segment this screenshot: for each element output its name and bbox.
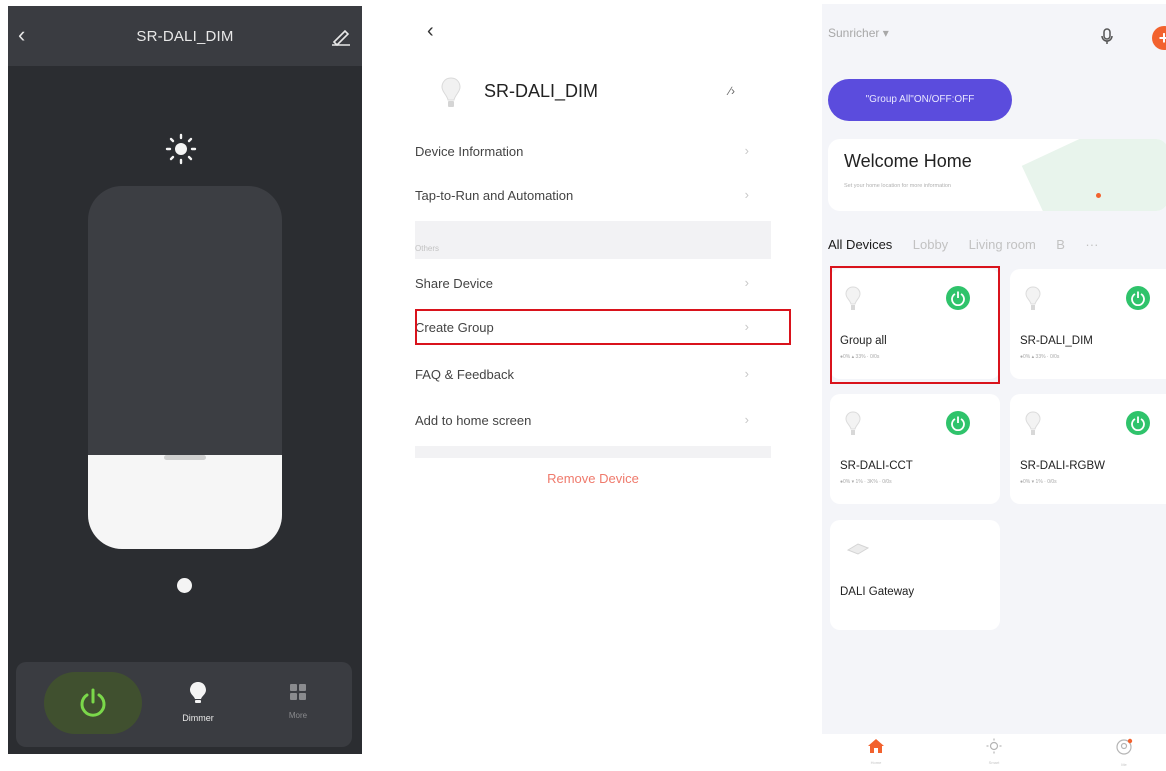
bottom-navigation: Home Smart Me bbox=[822, 734, 1166, 771]
bulb-icon bbox=[1025, 411, 1041, 435]
remove-device-button[interactable]: Remove Device bbox=[415, 471, 771, 486]
add-icon[interactable]: + bbox=[1152, 26, 1166, 50]
room-tabs: All Devices Lobby Living room B ··· bbox=[828, 236, 1166, 256]
device-name: SR-DALI_DIM bbox=[1020, 335, 1093, 347]
tab-living-room[interactable]: Living room bbox=[969, 237, 1036, 252]
nav-label: Smart bbox=[988, 760, 1000, 765]
section-label-others: Others bbox=[415, 244, 440, 253]
device-status: ●0% ▾ 1% · 3K% · 0/0s bbox=[840, 479, 892, 485]
power-icon bbox=[951, 416, 965, 431]
chevron-right-icon: › bbox=[744, 275, 749, 290]
bottom-control-bar: Dimmer More bbox=[16, 662, 352, 747]
power-icon bbox=[1131, 416, 1145, 431]
group-all-highlight-box bbox=[830, 266, 1000, 384]
device-card-sr-dali-rgbw[interactable]: SR-DALI-RGBW ●0% ▾ 1% · 0/0s bbox=[1010, 394, 1166, 504]
bulb-icon bbox=[845, 411, 861, 435]
more-tab[interactable]: More bbox=[278, 682, 318, 720]
device-card-sr-dali-cct[interactable]: SR-DALI-CCT ●0% ▾ 1% · 3K% · 0/0s bbox=[830, 394, 1000, 504]
section-divider bbox=[415, 446, 771, 458]
brightness-fill bbox=[88, 455, 282, 549]
chevron-right-icon: › bbox=[744, 187, 749, 202]
scene-button[interactable]: "Group All"ON/OFF:OFF bbox=[828, 79, 1012, 121]
edit-name-icon[interactable]: ∕› bbox=[729, 84, 735, 98]
back-icon[interactable]: ‹ bbox=[427, 20, 434, 43]
power-button[interactable] bbox=[44, 672, 142, 734]
microphone-icon[interactable] bbox=[1100, 28, 1114, 46]
top-bar: ‹ SR-DALI_DIM bbox=[8, 6, 362, 66]
more-tab-label: More bbox=[288, 711, 308, 720]
page-indicator-dot bbox=[177, 578, 192, 593]
bulb-icon bbox=[1025, 286, 1041, 310]
device-name: SR-DALI-RGBW bbox=[1020, 460, 1105, 472]
more-tabs-icon[interactable]: ··· bbox=[1085, 237, 1098, 252]
nav-label: Me bbox=[1121, 762, 1127, 767]
menu-label: Tap-to-Run and Automation bbox=[415, 188, 574, 203]
device-name: SR-DALI_DIM bbox=[484, 81, 599, 101]
device-status: ●0% ▴ 33% · 0/0s bbox=[1020, 354, 1060, 360]
menu-tap-to-run[interactable]: Tap-to-Run and Automation › bbox=[415, 174, 771, 218]
welcome-card[interactable]: Welcome Home Set your home location for … bbox=[828, 139, 1166, 211]
profile-icon bbox=[1116, 738, 1133, 755]
menu-label: Share Device bbox=[415, 276, 494, 291]
slider-handle[interactable] bbox=[164, 455, 206, 460]
section-divider bbox=[415, 221, 771, 259]
edit-icon[interactable] bbox=[330, 26, 352, 46]
nav-me[interactable]: Me bbox=[1112, 738, 1136, 767]
menu-label: Add to home screen bbox=[415, 413, 532, 428]
device-status: ●0% ▾ 1% · 0/0s bbox=[1020, 479, 1057, 485]
home-selector[interactable]: Sunricher ▾ bbox=[828, 26, 889, 40]
welcome-title: Welcome Home bbox=[844, 151, 972, 171]
chevron-right-icon: › bbox=[744, 143, 749, 158]
device-name: SR-DALI-CCT bbox=[840, 460, 913, 472]
brightness-sun-icon bbox=[165, 133, 197, 165]
nav-home[interactable]: Home bbox=[864, 738, 888, 765]
tab-lobby[interactable]: Lobby bbox=[913, 237, 948, 252]
menu-share-device[interactable]: Share Device › bbox=[415, 262, 771, 306]
bulb-icon bbox=[190, 682, 206, 703]
device-card-dali-gateway[interactable]: DALI Gateway bbox=[830, 520, 1000, 630]
home-screen: Sunricher ▾ + "Group All"ON/OFF:OFF Welc… bbox=[822, 4, 1166, 771]
device-settings-screen: ‹ SR-DALI_DIM ∕› Device Information › Ta… bbox=[415, 6, 791, 496]
chevron-right-icon: › bbox=[744, 412, 749, 427]
power-toggle-button[interactable] bbox=[1126, 286, 1150, 310]
create-group-highlight-box bbox=[415, 309, 791, 345]
chevron-right-icon: › bbox=[744, 366, 749, 381]
power-toggle-button[interactable] bbox=[946, 411, 970, 435]
device-title: SR-DALI_DIM bbox=[136, 28, 234, 45]
bulb-icon bbox=[441, 77, 461, 107]
power-icon bbox=[1131, 291, 1145, 306]
brightness-slider[interactable] bbox=[88, 186, 282, 549]
gateway-icon bbox=[846, 543, 870, 555]
nav-smart[interactable]: Smart bbox=[982, 738, 1006, 765]
menu-label: FAQ & Feedback bbox=[415, 367, 514, 382]
device-name: DALI Gateway bbox=[840, 586, 915, 598]
welcome-subtitle: Set your home location for more informat… bbox=[844, 183, 951, 189]
menu-device-information[interactable]: Device Information › bbox=[415, 130, 771, 174]
power-icon bbox=[80, 688, 106, 717]
tab-all-devices[interactable]: All Devices bbox=[828, 237, 892, 252]
grid-icon bbox=[290, 684, 306, 700]
location-marker-icon bbox=[1096, 193, 1101, 198]
menu-add-to-home[interactable]: Add to home screen › bbox=[415, 399, 771, 443]
dimmer-tab-label: Dimmer bbox=[182, 713, 214, 723]
dimmer-tab[interactable]: Dimmer bbox=[168, 680, 228, 723]
nav-label: Home bbox=[870, 760, 882, 765]
map-illustration bbox=[1021, 139, 1166, 211]
dimmer-control-screen: ‹ SR-DALI_DIM Dimmer More bbox=[8, 6, 362, 754]
menu-faq-feedback[interactable]: FAQ & Feedback › bbox=[415, 353, 771, 397]
tab-b[interactable]: B bbox=[1056, 237, 1065, 252]
power-toggle-button[interactable] bbox=[1126, 411, 1150, 435]
menu-label: Device Information bbox=[415, 144, 524, 159]
home-icon bbox=[868, 739, 884, 753]
device-card-sr-dali-dim[interactable]: SR-DALI_DIM ●0% ▴ 33% · 0/0s bbox=[1010, 269, 1166, 379]
sun-icon bbox=[986, 738, 1002, 754]
